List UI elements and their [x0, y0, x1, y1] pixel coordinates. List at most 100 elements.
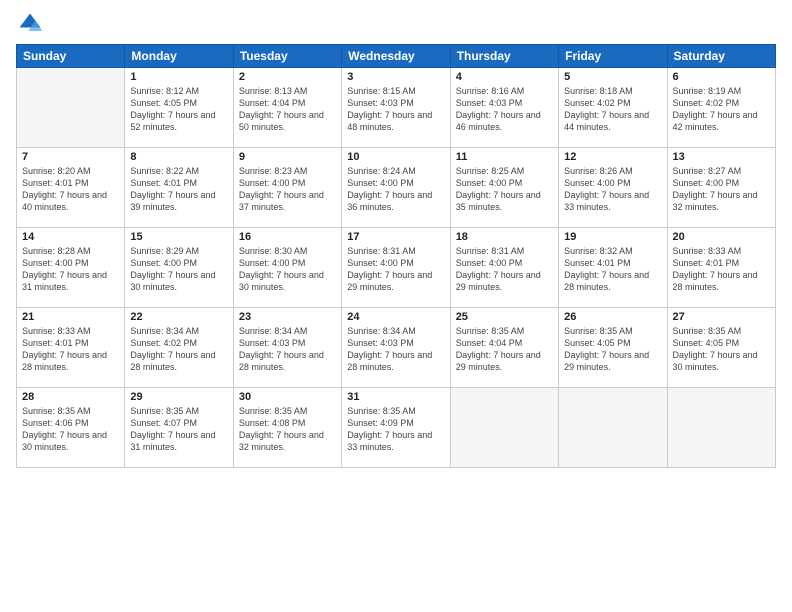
day-info: Sunrise: 8:24 AM Sunset: 4:00 PM Dayligh… [347, 165, 444, 214]
day-number: 14 [22, 231, 119, 243]
weekday-header-sunday: Sunday [17, 45, 125, 68]
calendar-cell: 11Sunrise: 8:25 AM Sunset: 4:00 PM Dayli… [450, 148, 558, 228]
day-info: Sunrise: 8:20 AM Sunset: 4:01 PM Dayligh… [22, 165, 119, 214]
day-info: Sunrise: 8:32 AM Sunset: 4:01 PM Dayligh… [564, 245, 661, 294]
day-number: 29 [130, 391, 227, 403]
day-info: Sunrise: 8:34 AM Sunset: 4:02 PM Dayligh… [130, 325, 227, 374]
calendar-cell: 31Sunrise: 8:35 AM Sunset: 4:09 PM Dayli… [342, 388, 450, 468]
day-info: Sunrise: 8:34 AM Sunset: 4:03 PM Dayligh… [239, 325, 336, 374]
day-info: Sunrise: 8:35 AM Sunset: 4:06 PM Dayligh… [22, 405, 119, 454]
calendar-cell: 13 Sunrise: 8:27 AM Sunset: 4:00 PM Dayli… [667, 148, 775, 228]
calendar-cell: 6 Sunrise: 8:19 AM Sunset: 4:02 PM Daylig… [667, 68, 775, 148]
calendar-cell: 24 Sunrise: 8:34 AM Sunset: 4:03 PM Dayli… [342, 308, 450, 388]
day-info: Sunrise: 8:29 AM Sunset: 4:00 PM Dayligh… [130, 245, 227, 294]
day-info: Sunrise: 8:19 AM Sunset: 4:02 PM Dayligh… [673, 85, 770, 134]
day-number: 26 [564, 311, 661, 323]
day-number: 18 [456, 231, 553, 243]
calendar-cell: 29 Sunrise: 8:35 AM Sunset: 4:07 PM Dayli… [125, 388, 233, 468]
week-row-2: 7 Sunrise: 8:20 AM Sunset: 4:01 PM Daylig… [17, 148, 776, 228]
day-number: 13 [673, 151, 770, 163]
calendar-cell: 26 Sunrise: 8:35 AM Sunset: 4:05 PM Dayli… [559, 308, 667, 388]
calendar-cell: 28Sunrise: 8:35 AM Sunset: 4:06 PM Dayli… [17, 388, 125, 468]
calendar-cell: 15 Sunrise: 8:29 AM Sunset: 4:00 PM Dayli… [125, 228, 233, 308]
day-number: 5 [564, 71, 661, 83]
calendar-cell: 1 Sunrise: 8:12 AM Sunset: 4:05 PM Daylig… [125, 68, 233, 148]
calendar-cell: 9 Sunrise: 8:23 AM Sunset: 4:00 PM Daylig… [233, 148, 341, 228]
day-number: 17 [347, 231, 444, 243]
day-info: Sunrise: 8:35 AM Sunset: 4:08 PM Dayligh… [239, 405, 336, 454]
day-info: Sunrise: 8:35 AM Sunset: 4:07 PM Dayligh… [130, 405, 227, 454]
calendar-cell: 20 Sunrise: 8:33 AM Sunset: 4:01 PM Dayli… [667, 228, 775, 308]
day-info: Sunrise: 8:35 AM Sunset: 4:04 PM Dayligh… [456, 325, 553, 374]
day-number: 23 [239, 311, 336, 323]
day-info: Sunrise: 8:31 AM Sunset: 4:00 PM Dayligh… [347, 245, 444, 294]
day-number: 22 [130, 311, 227, 323]
day-number: 2 [239, 71, 336, 83]
weekday-header-saturday: Saturday [667, 45, 775, 68]
week-row-3: 14 Sunrise: 8:28 AM Sunset: 4:00 PM Dayli… [17, 228, 776, 308]
day-number: 6 [673, 71, 770, 83]
day-info: Sunrise: 8:28 AM Sunset: 4:00 PM Dayligh… [22, 245, 119, 294]
logo-icon [16, 10, 44, 38]
day-info: Sunrise: 8:12 AM Sunset: 4:05 PM Dayligh… [130, 85, 227, 134]
day-number: 9 [239, 151, 336, 163]
day-info: Sunrise: 8:16 AM Sunset: 4:03 PM Dayligh… [456, 85, 553, 134]
calendar-cell: 7 Sunrise: 8:20 AM Sunset: 4:01 PM Daylig… [17, 148, 125, 228]
logo [16, 10, 48, 38]
calendar-cell: 21 Sunrise: 8:33 AM Sunset: 4:01 PM Dayli… [17, 308, 125, 388]
day-number: 10 [347, 151, 444, 163]
day-number: 15 [130, 231, 227, 243]
weekday-header-monday: Monday [125, 45, 233, 68]
day-info: Sunrise: 8:33 AM Sunset: 4:01 PM Dayligh… [22, 325, 119, 374]
week-row-1: 1 Sunrise: 8:12 AM Sunset: 4:05 PM Daylig… [17, 68, 776, 148]
day-info: Sunrise: 8:23 AM Sunset: 4:00 PM Dayligh… [239, 165, 336, 214]
header [16, 10, 776, 38]
day-info: Sunrise: 8:33 AM Sunset: 4:01 PM Dayligh… [673, 245, 770, 294]
day-number: 16 [239, 231, 336, 243]
day-info: Sunrise: 8:26 AM Sunset: 4:00 PM Dayligh… [564, 165, 661, 214]
day-number: 19 [564, 231, 661, 243]
day-info: Sunrise: 8:31 AM Sunset: 4:00 PM Dayligh… [456, 245, 553, 294]
day-info: Sunrise: 8:34 AM Sunset: 4:03 PM Dayligh… [347, 325, 444, 374]
calendar-cell: 16 Sunrise: 8:30 AM Sunset: 4:00 PM Dayli… [233, 228, 341, 308]
day-number: 30 [239, 391, 336, 403]
calendar-cell [450, 388, 558, 468]
day-number: 4 [456, 71, 553, 83]
day-info: Sunrise: 8:35 AM Sunset: 4:05 PM Dayligh… [673, 325, 770, 374]
calendar-cell: 12Sunrise: 8:26 AM Sunset: 4:00 PM Dayli… [559, 148, 667, 228]
week-row-4: 21 Sunrise: 8:33 AM Sunset: 4:01 PM Dayli… [17, 308, 776, 388]
calendar-cell: 25Sunrise: 8:35 AM Sunset: 4:04 PM Dayli… [450, 308, 558, 388]
calendar-cell: 10 Sunrise: 8:24 AM Sunset: 4:00 PM Dayli… [342, 148, 450, 228]
page: SundayMondayTuesdayWednesdayThursdayFrid… [0, 0, 792, 612]
calendar-cell: 30 Sunrise: 8:35 AM Sunset: 4:08 PM Dayli… [233, 388, 341, 468]
day-info: Sunrise: 8:27 AM Sunset: 4:00 PM Dayligh… [673, 165, 770, 214]
day-number: 1 [130, 71, 227, 83]
calendar-cell [667, 388, 775, 468]
day-info: Sunrise: 8:30 AM Sunset: 4:00 PM Dayligh… [239, 245, 336, 294]
day-number: 8 [130, 151, 227, 163]
day-info: Sunrise: 8:25 AM Sunset: 4:00 PM Dayligh… [456, 165, 553, 214]
day-info: Sunrise: 8:35 AM Sunset: 4:05 PM Dayligh… [564, 325, 661, 374]
calendar-cell: 19 Sunrise: 8:32 AM Sunset: 4:01 PM Dayli… [559, 228, 667, 308]
calendar-cell: 18 Sunrise: 8:31 AM Sunset: 4:00 PM Dayli… [450, 228, 558, 308]
day-info: Sunrise: 8:18 AM Sunset: 4:02 PM Dayligh… [564, 85, 661, 134]
calendar-cell [17, 68, 125, 148]
day-number: 3 [347, 71, 444, 83]
calendar: SundayMondayTuesdayWednesdayThursdayFrid… [16, 44, 776, 468]
calendar-cell: 22 Sunrise: 8:34 AM Sunset: 4:02 PM Dayli… [125, 308, 233, 388]
calendar-cell: 14 Sunrise: 8:28 AM Sunset: 4:00 PM Dayli… [17, 228, 125, 308]
day-number: 24 [347, 311, 444, 323]
day-info: Sunrise: 8:13 AM Sunset: 4:04 PM Dayligh… [239, 85, 336, 134]
calendar-cell: 27 Sunrise: 8:35 AM Sunset: 4:05 PM Dayli… [667, 308, 775, 388]
day-number: 27 [673, 311, 770, 323]
weekday-header-wednesday: Wednesday [342, 45, 450, 68]
calendar-cell [559, 388, 667, 468]
calendar-cell: 4 Sunrise: 8:16 AM Sunset: 4:03 PM Daylig… [450, 68, 558, 148]
day-number: 21 [22, 311, 119, 323]
day-number: 31 [347, 391, 444, 403]
calendar-cell: 17 Sunrise: 8:31 AM Sunset: 4:00 PM Dayli… [342, 228, 450, 308]
day-number: 7 [22, 151, 119, 163]
calendar-cell: 8Sunrise: 8:22 AM Sunset: 4:01 PM Daylig… [125, 148, 233, 228]
weekday-header-tuesday: Tuesday [233, 45, 341, 68]
day-number: 20 [673, 231, 770, 243]
